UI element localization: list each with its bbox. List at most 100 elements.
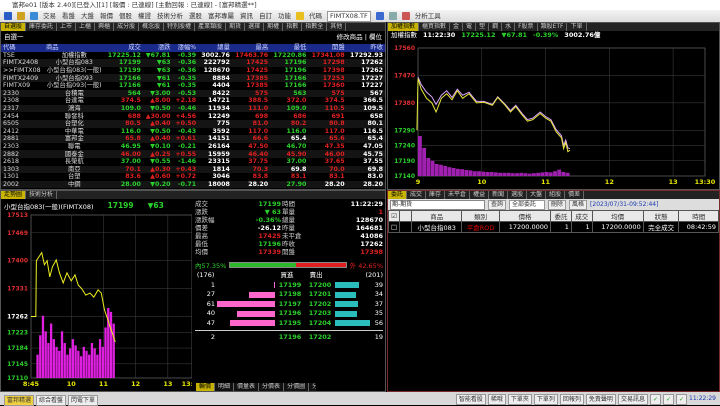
tab-item[interactable]: 鋼 — [489, 23, 503, 31]
delete-button[interactable]: 刪除 — [548, 199, 567, 210]
tab-item[interactable]: 組股 — [546, 191, 566, 199]
workspace-tab[interactable]: 富邦精選 — [4, 395, 35, 406]
table-row[interactable]: 2317 鴻海 109.0 ▼0.50 -0.46 11934 111.0 109.0 110.… — [1, 104, 385, 113]
column-header[interactable]: 總量 — [198, 44, 232, 52]
column-header[interactable]: 委託 — [550, 210, 572, 222]
table-row[interactable]: 2308 台達電 374.5 ▲8.00 +2.18 14721 388.5 372.0 374… — [1, 97, 385, 105]
tools-icon[interactable] — [401, 12, 410, 20]
tab-item[interactable]: 成交 — [407, 191, 427, 199]
table-row[interactable]: 2412 中華電 116.0 ▼0.50 -0.43 3592 117.0 116.0 117.… — [1, 128, 385, 136]
column-header[interactable]: 類別 — [461, 210, 500, 222]
home-icon[interactable] — [4, 12, 12, 20]
column-header[interactable]: 商品 — [411, 210, 463, 222]
column-header[interactable]: 狀態 — [642, 210, 680, 222]
account-select[interactable]: 期-期貨 — [390, 199, 485, 210]
tab-item[interactable]: 金 — [450, 23, 464, 31]
edit-products-button[interactable]: 修改商品 — [337, 33, 363, 41]
table-row[interactable]: 2002 中鋼 28.00 ▼0.20 -0.71 18008 28.20 27.90 28.2… — [1, 180, 385, 189]
tab-item[interactable]: 上市 — [57, 23, 77, 31]
tab-item[interactable]: 分價圖 — [284, 383, 310, 391]
code-input[interactable]: FIMTX08.TF — [327, 10, 371, 22]
table-row[interactable]: 1303 南亞 70.1 ▲0.30 +0.43 1814 70.3 69.8 70.0 69.8 — [1, 165, 385, 174]
table-row[interactable]: 2882 國泰金 46.00 ▲0.25 +0.55 15959 46.40 45.90 46.… — [1, 150, 385, 158]
select-all-checkbox[interactable]: ☑ — [387, 210, 401, 222]
table-row[interactable]: 2303 聯電 46.95 ▼0.10 -0.21 26164 47.50 46.70 47.3… — [1, 143, 385, 151]
table-row[interactable]: FIMTX2409 小型台指093 17166 ▼61 -0.35 8884 17385 17… — [1, 74, 385, 82]
tab-item[interactable]: 新聞 — [489, 191, 509, 199]
tab-item[interactable]: 庫存委託 — [26, 23, 58, 31]
tab-item[interactable]: 大盤 — [527, 191, 547, 199]
tab-item[interactable]: F股票 — [515, 23, 538, 31]
column-header[interactable]: 最低 — [270, 44, 309, 52]
tab-item[interactable]: 權益 — [470, 191, 490, 199]
column-header[interactable]: 代碼 — [1, 44, 44, 52]
tab-item[interactable]: 技術分析 — [26, 191, 58, 199]
tab-item[interactable]: 期權 — [264, 23, 284, 31]
status-button[interactable]: 交易訊息 — [617, 394, 648, 405]
tab-item[interactable]: 櫃買指數 — [419, 23, 451, 31]
menu-item[interactable]: 技術分析 — [157, 10, 183, 22]
column-header[interactable]: 時間 — [678, 210, 719, 222]
tab-item[interactable]: 概念股 — [139, 23, 165, 31]
query-button[interactable]: 查詢 — [488, 199, 507, 210]
table-row[interactable]: FIMTX09 小型台指093(一般) 17166 ▼61 -0.35 4404 17385… — [1, 82, 385, 90]
lightning-icon[interactable] — [296, 12, 304, 20]
tab-item[interactable]: 下單 — [567, 23, 587, 31]
tab-item[interactable]: 指數 — [283, 23, 303, 31]
workspace-tab[interactable]: 綜合看盤 — [36, 395, 67, 406]
tab-item[interactable]: 興櫃 — [95, 23, 115, 31]
status-button[interactable]: 下單夾 — [507, 394, 532, 405]
tab-item[interactable]: 自選股 — [1, 23, 27, 31]
tab-item[interactable]: 產業類股 — [195, 23, 227, 31]
tab-item[interactable]: 期貨 — [226, 23, 246, 31]
tab-item[interactable]: 電 — [463, 23, 477, 31]
table-row[interactable]: 2330 台積電 564 ▼3.00 -0.53 8422 575 563 575 567 — [1, 89, 385, 98]
menu-item[interactable]: 資訊 — [240, 10, 253, 22]
menu-item[interactable]: 富邦專屬 — [208, 10, 234, 22]
tab-item[interactable]: 未平倉 — [445, 191, 471, 199]
tab-item[interactable]: 明細 — [215, 383, 235, 391]
table-row[interactable]: >>FIMTX08 小型台指083(一般) 17199 ▼63 -0.36 128670 1… — [1, 67, 385, 75]
table-row[interactable]: FIMTX2408 小型台指083 17199 ▼63 -0.36 222792 17425… — [1, 59, 385, 67]
column-header[interactable]: 昨收 — [346, 44, 385, 52]
order-row[interactable]: □ 小型台指083 平倉ROD 17200.0000 1 1 17200.0000 完全成交 0… — [387, 221, 719, 233]
menu-item[interactable]: 功能 — [278, 10, 291, 22]
tab-item[interactable]: 庫存 — [426, 191, 446, 199]
column-header[interactable]: 開盤 — [308, 44, 347, 52]
monitor-icon[interactable] — [375, 12, 384, 20]
menu-item[interactable]: 選股 — [189, 10, 202, 22]
status-button[interactable]: 免責聲明 — [585, 394, 616, 405]
column-header[interactable]: 均價 — [591, 210, 644, 222]
status-button[interactable]: 稀哦 — [487, 394, 506, 405]
tab-item[interactable]: 塑 — [476, 23, 490, 31]
search-icon[interactable] — [388, 12, 397, 20]
tab-item[interactable]: 選擇 — [245, 23, 265, 31]
column-header[interactable]: 成交 — [570, 210, 593, 222]
table-row[interactable]: 1301 台塑 83.6 ▲0.60 +0.72 3046 83.8 83.1 83.1 83.0 — [1, 173, 385, 181]
tab-item[interactable]: 類股ETF — [538, 23, 568, 31]
tab-item[interactable]: 分價表 — [259, 383, 285, 391]
tab-item[interactable]: 特別股權 — [164, 23, 196, 31]
tab-item[interactable]: 選股 — [508, 191, 528, 199]
tab-item[interactable]: 走勢圖 — [1, 191, 27, 199]
user-icon[interactable] — [17, 12, 25, 20]
tab-item[interactable]: 加權指數 — [388, 23, 420, 31]
analysis-tool-menu[interactable]: 分析工具 — [415, 10, 441, 22]
tab-item[interactable]: 其他 — [327, 23, 347, 31]
status-button[interactable]: 智能看股 — [455, 394, 486, 405]
menu-item[interactable]: 個股 — [119, 10, 132, 22]
workspace-tab[interactable]: 閃電下單 — [68, 395, 99, 406]
tab-item[interactable]: 價差 — [565, 191, 585, 199]
menu-item[interactable]: 看盤 — [62, 10, 75, 22]
tab-item[interactable]: 成分股 — [114, 23, 140, 31]
column-header[interactable]: 價格 — [498, 210, 552, 222]
column-header[interactable]: 商品 — [43, 44, 105, 52]
tab-item[interactable]: 上櫃 — [76, 23, 96, 31]
menu-item[interactable]: 報價 — [100, 10, 113, 22]
menu-item[interactable]: 大盤 — [81, 10, 94, 22]
tab-item[interactable]: 輪價 — [196, 383, 216, 391]
table-row[interactable]: 2881 富邦金 65.8 ▲0.40 +0.61 14151 66.6 65.4 65.6 65… — [1, 135, 385, 143]
table-row[interactable]: 2618 長榮航 37.00 ▼0.55 -1.46 23315 37.75 37.00 37.… — [1, 158, 385, 166]
tab-item[interactable]: 價量表 — [234, 383, 260, 391]
tab-item[interactable]: 委託 — [388, 191, 408, 199]
